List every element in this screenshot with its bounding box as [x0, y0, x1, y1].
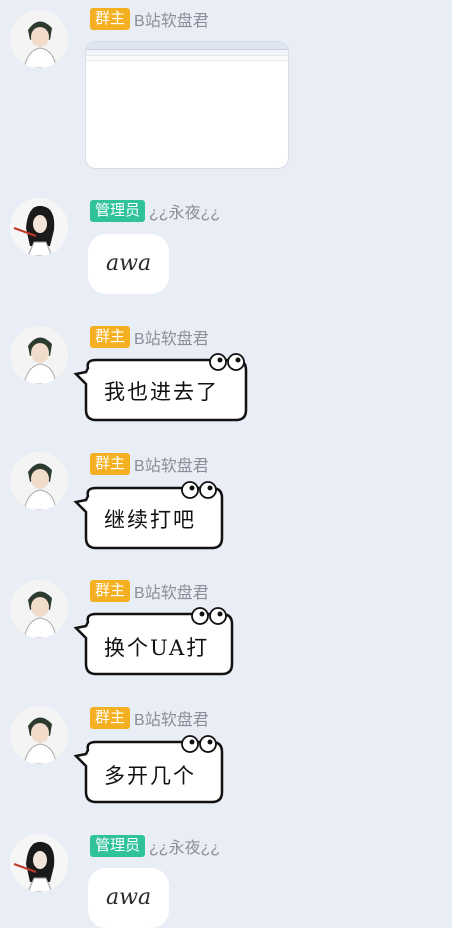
sender-meta: 管理员 ¿¿永夜¿¿ — [90, 200, 220, 222]
owner-badge: 群主 — [90, 8, 131, 30]
admin-badge: 管理员 — [90, 835, 146, 857]
sender-meta: 群主 B站软盘君 — [90, 326, 209, 348]
sender-meta: 管理员 ¿¿永夜¿¿ — [90, 835, 220, 857]
message-text: 我也进去了 — [104, 380, 219, 404]
admin-badge: 管理员 — [90, 200, 146, 222]
sender-name[interactable]: B站软盘君 — [134, 7, 209, 31]
message-bubble[interactable]: awa — [88, 868, 170, 928]
image-message[interactable] — [86, 42, 288, 168]
avatar[interactable] — [10, 10, 68, 68]
avatar[interactable] — [10, 706, 68, 764]
owner-badge: 群主 — [90, 326, 131, 348]
owner-badge: 群主 — [90, 707, 131, 729]
avatar[interactable] — [10, 452, 68, 510]
sender-name[interactable]: ¿¿永夜¿¿ — [149, 199, 220, 223]
avatar[interactable] — [10, 580, 68, 638]
avatar[interactable] — [10, 198, 68, 256]
sender-name[interactable]: ¿¿永夜¿¿ — [149, 834, 220, 858]
message-bubble[interactable]: awa — [88, 234, 170, 294]
avatar[interactable] — [10, 834, 68, 892]
sender-meta: 群主 B站软盘君 — [90, 453, 209, 475]
sticker-bubble[interactable]: 继续打吧 — [73, 481, 226, 552]
sticker-bubble[interactable]: 换个UA打 — [73, 607, 236, 678]
sender-name[interactable]: B站软盘君 — [134, 325, 209, 349]
owner-badge: 群主 — [90, 580, 131, 602]
sender-name[interactable]: B站软盘君 — [134, 706, 209, 730]
message-text: 多开几个 — [104, 764, 196, 788]
sender-meta: 群主 B站软盘君 — [90, 8, 209, 30]
sender-name[interactable]: B站软盘君 — [134, 452, 209, 476]
sticker-bubble[interactable]: 多开几个 — [73, 735, 226, 806]
sticker-bubble[interactable]: 我也进去了 — [73, 353, 250, 424]
sender-meta: 群主 B站软盘君 — [90, 707, 209, 729]
avatar[interactable] — [10, 326, 68, 384]
owner-badge: 群主 — [90, 453, 131, 475]
message-text: 换个UA打 — [104, 636, 210, 660]
sender-meta: 群主 B站软盘君 — [90, 580, 209, 602]
message-text: 继续打吧 — [104, 508, 196, 532]
sender-name[interactable]: B站软盘君 — [134, 579, 209, 603]
